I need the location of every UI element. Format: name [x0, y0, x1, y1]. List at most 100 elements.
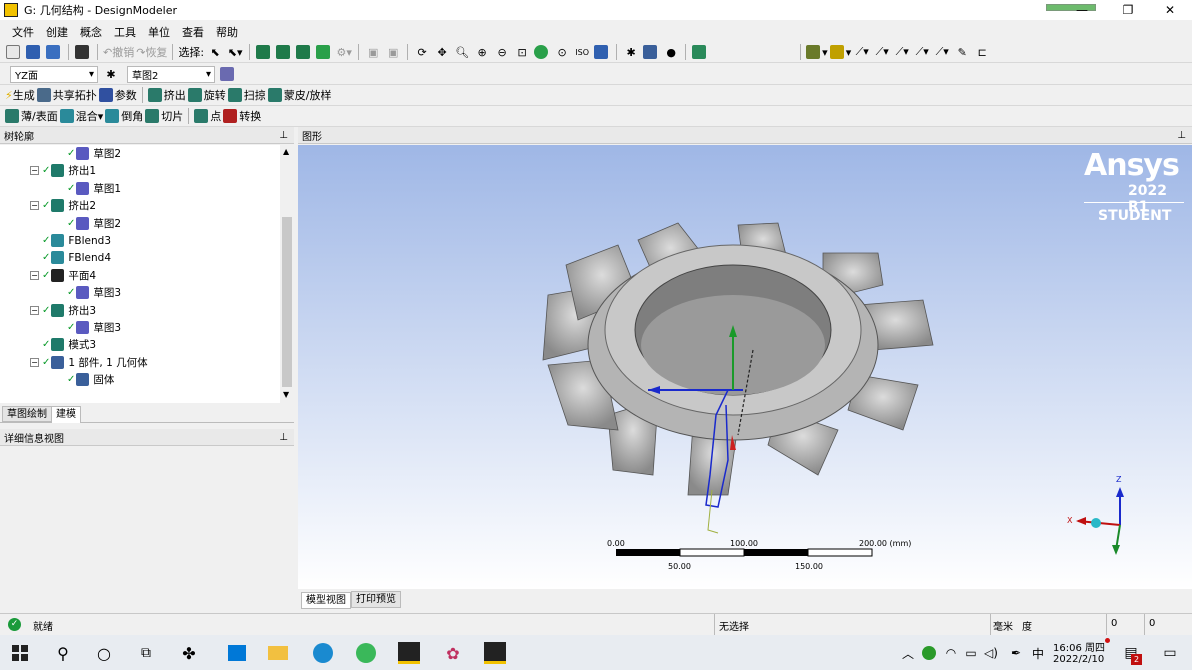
zoom-fit-icon[interactable] [533, 43, 551, 61]
box-select-icon[interactable]: ▣ [364, 43, 382, 61]
undo-button[interactable]: ↶ 撤销 [103, 43, 134, 61]
edge-tool2-icon[interactable]: ⟋▾ [873, 43, 891, 61]
tree-item[interactable]: ✓ 草图2 [55, 145, 121, 162]
tab-print-preview[interactable]: 打印预览 [351, 591, 401, 608]
menu-view[interactable]: 查看 [176, 24, 210, 40]
scroll-down-icon[interactable]: ▼ [283, 390, 289, 399]
windows-start-icon[interactable] [7, 640, 33, 666]
sweep-button[interactable]: 扫掠 [227, 86, 266, 104]
display-plane-icon[interactable]: ✱ [622, 43, 640, 61]
search-icon[interactable]: ⚲ [50, 640, 76, 666]
camera-icon[interactable] [74, 43, 92, 61]
select-edge-icon[interactable] [275, 43, 293, 61]
zoom-prev-icon[interactable]: ⊙ [553, 43, 571, 61]
thin-surface-button[interactable]: 薄/表面 [5, 107, 58, 125]
action-center-icon[interactable]: ▭ [1157, 640, 1183, 666]
tab-sketching[interactable]: 草图绘制 [2, 406, 52, 422]
tree-item[interactable]: − ✓ 挤出3 [30, 302, 96, 319]
clock-time[interactable]: 16:06 周四 [1053, 639, 1105, 654]
redo-button[interactable]: ↷ 恢复 [136, 43, 167, 61]
menu-units[interactable]: 单位 [142, 24, 176, 40]
expand-toggle-icon[interactable]: − [30, 201, 39, 211]
tree-item[interactable]: ✓ 固体 [55, 371, 114, 388]
rotate-icon[interactable]: ⟳ [413, 43, 431, 61]
iso-icon[interactable]: ISO [573, 43, 591, 61]
tree-scrollbar[interactable]: ▲ ▼ [280, 145, 294, 403]
save-as-icon[interactable] [45, 43, 63, 61]
scroll-thumb[interactable] [282, 217, 292, 387]
edge-tool4-icon[interactable]: ⟋▾ [913, 43, 931, 61]
new-plane-icon[interactable]: ✱ [102, 65, 120, 83]
scroll-up-icon[interactable]: ▲ [283, 147, 289, 156]
tree-item[interactable]: ✓ 草图2 [55, 215, 121, 232]
menu-tools[interactable]: 工具 [108, 24, 142, 40]
generate-button[interactable]: ⚡ 生成 [5, 86, 35, 104]
save-icon[interactable] [25, 43, 43, 61]
graphics-viewport[interactable]: Ansys 2022 R1 STUDENT 0.00 100.00 200.00… [298, 145, 1192, 589]
clock-date[interactable]: 2022/2/10 [1053, 654, 1104, 665]
color-body-icon[interactable]: ▾ [806, 43, 828, 61]
tree-item[interactable]: ✓ 模式3 [30, 336, 96, 353]
color-edge-icon[interactable]: ▾ [829, 43, 851, 61]
select-body-icon[interactable] [315, 43, 333, 61]
menu-file[interactable]: 文件 [6, 24, 40, 40]
display-point-icon[interactable]: ● [662, 43, 680, 61]
tree-item[interactable]: − ✓ 平面4 [30, 267, 96, 284]
tree-item[interactable]: − ✓ 1 部件, 1 几何体 [30, 354, 148, 371]
box-select2-icon[interactable]: ▣ [384, 43, 402, 61]
pan-icon[interactable]: ✥ [433, 43, 451, 61]
revolve-button[interactable]: 旋转 [187, 86, 226, 104]
conversion-button[interactable]: 转换 [223, 107, 261, 125]
close-button[interactable]: ✕ [1148, 0, 1192, 20]
select-face-icon[interactable] [295, 43, 313, 61]
edge-dev-icon[interactable] [353, 640, 379, 666]
maximize-button[interactable]: ❐ [1106, 0, 1150, 20]
expand-toggle-icon[interactable]: − [30, 270, 39, 280]
zoom-icon[interactable]: 🔍︎ [453, 43, 471, 61]
pin-tool-icon[interactable]: ✎ [953, 43, 971, 61]
model-canvas[interactable] [298, 145, 1192, 589]
volume-icon[interactable]: ◁) [978, 640, 1004, 666]
designmodeler-icon[interactable] [482, 640, 508, 666]
tree-item[interactable]: ✓ 草图3 [55, 284, 121, 301]
tree-item[interactable]: ✓ FBlend3 [30, 232, 111, 249]
pin-icon[interactable]: ⊥ [279, 432, 288, 443]
cortana-icon[interactable]: ○ [91, 640, 117, 666]
new-icon[interactable] [5, 43, 23, 61]
tree-item[interactable]: − ✓ 挤出2 [30, 197, 96, 214]
task-view-icon[interactable]: ⧉ [133, 640, 159, 666]
edge-icon[interactable] [310, 640, 336, 666]
file-explorer-icon[interactable] [265, 640, 291, 666]
expand-toggle-icon[interactable]: − [30, 305, 39, 315]
workbench-icon[interactable] [396, 640, 422, 666]
tree-item[interactable]: ✓ 草图3 [55, 319, 121, 336]
gear-model[interactable] [542, 222, 934, 496]
expand-toggle-icon[interactable]: − [30, 357, 39, 367]
tab-model-view[interactable]: 模型视图 [301, 592, 351, 609]
random-colors-icon[interactable] [691, 43, 709, 61]
sketch-select[interactable]: 草图2 ▾ [127, 65, 215, 83]
point-button[interactable]: 点 [194, 107, 221, 125]
tree-item[interactable]: ✓ 草图1 [55, 180, 121, 197]
tree-item[interactable]: − ✓ 挤出1 [30, 162, 96, 179]
menu-create[interactable]: 创建 [40, 24, 74, 40]
select-mode-icon[interactable]: ⬉▾ [226, 43, 244, 61]
parameters-button[interactable]: 参数 [98, 86, 137, 104]
blend-button[interactable]: 混合 ▾ [59, 107, 103, 125]
menu-help[interactable]: 帮助 [210, 24, 244, 40]
slice-button[interactable]: 切片 [145, 107, 183, 125]
box-zoom-icon[interactable]: ⊡ [513, 43, 531, 61]
store-icon[interactable] [224, 640, 250, 666]
menu-concept[interactable]: 概念 [74, 24, 108, 40]
flag-tool-icon[interactable]: ⊏ [973, 43, 991, 61]
plane-select[interactable]: YZ面 ▾ [10, 65, 98, 83]
share-topology-button[interactable]: 共享拓扑 [36, 86, 97, 104]
zoom-in-icon[interactable]: ⊕ [473, 43, 491, 61]
chamfer-button[interactable]: 倒角 [105, 107, 143, 125]
ime-indicator[interactable]: 中 [1025, 640, 1051, 666]
edge-tool5-icon[interactable]: ⟋▾ [933, 43, 951, 61]
app-pinwheel-icon[interactable]: ✤ [176, 640, 202, 666]
select-cursor-icon[interactable]: ⬉ [206, 43, 224, 61]
display-model-icon[interactable] [642, 43, 660, 61]
pin-icon[interactable]: ⊥ [279, 130, 288, 141]
